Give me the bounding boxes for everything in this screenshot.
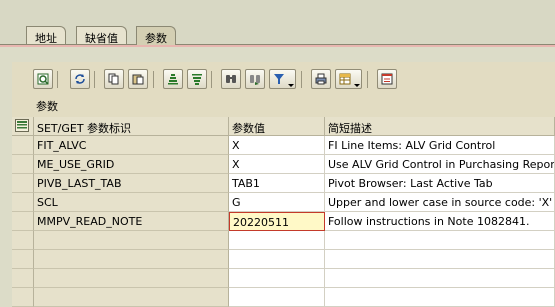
tab-defaults[interactable]: 缺省值 xyxy=(76,26,127,45)
find-icon xyxy=(226,75,236,83)
parameter-value-cell[interactable]: X xyxy=(229,155,325,174)
tab-parameters[interactable]: 参数 xyxy=(136,26,176,45)
description-cell xyxy=(325,250,555,269)
parameter-value-cell[interactable] xyxy=(229,231,325,250)
filter-icon xyxy=(274,74,284,84)
parameter-id-cell: PIVB_LAST_TAB xyxy=(34,174,229,193)
print-button[interactable] xyxy=(311,69,331,89)
parameter-id-cell xyxy=(34,269,229,288)
toolbar-separator xyxy=(211,71,212,88)
copy-button[interactable] xyxy=(104,69,124,89)
row-selector[interactable] xyxy=(12,136,34,155)
row-selector[interactable] xyxy=(12,231,34,250)
description-cell xyxy=(325,269,555,288)
parameter-value-cell[interactable]: TAB1 xyxy=(229,174,325,193)
description-cell xyxy=(325,288,555,307)
layout-button[interactable] xyxy=(377,69,397,89)
description-cell: Follow instructions in Note 1082841. xyxy=(325,212,555,231)
parameter-id-cell xyxy=(34,231,229,250)
parameter-value-cell[interactable]: G xyxy=(229,193,325,212)
export-icon xyxy=(339,73,351,85)
details-icon xyxy=(37,73,49,85)
paste-button[interactable] xyxy=(128,69,148,89)
chevron-down-icon xyxy=(288,84,294,87)
description-cell: Use ALV Grid Control in Purchasing Repor… xyxy=(325,155,555,174)
sort-descending-icon xyxy=(192,74,202,85)
column-header-short-description[interactable]: 简短描述 xyxy=(325,117,555,136)
tab-label: 参数 xyxy=(145,32,167,45)
select-all-cell[interactable] xyxy=(12,117,34,136)
row-selector[interactable] xyxy=(12,250,34,269)
tab-accent-line xyxy=(0,45,555,47)
row-selector[interactable] xyxy=(12,193,34,212)
toolbar-separator xyxy=(301,71,302,88)
copy-icon xyxy=(108,73,119,85)
description-cell xyxy=(325,231,555,250)
toolbar-separator xyxy=(57,71,58,88)
row-selector[interactable] xyxy=(12,288,34,307)
find-next-icon xyxy=(250,75,260,85)
print-icon xyxy=(315,73,327,85)
parameter-id-cell: ME_USE_GRID xyxy=(34,155,229,174)
parameter-value-cell[interactable]: 20220511 xyxy=(229,212,325,231)
column-header-parameter-value[interactable]: 参数值 xyxy=(229,117,325,136)
parameter-id-cell: SCL xyxy=(34,193,229,212)
refresh-button[interactable] xyxy=(70,69,90,89)
sort-ascending-button[interactable] xyxy=(163,69,183,89)
parameter-id-cell: FIT_ALVC xyxy=(34,136,229,155)
tab-strip: 地址 缺省值 参数 xyxy=(0,0,555,45)
details-button[interactable] xyxy=(33,69,53,89)
toolbar-separator xyxy=(367,71,368,88)
paste-icon xyxy=(132,74,144,85)
table-settings-icon xyxy=(15,119,29,132)
column-header-parameter-id[interactable]: SET/GET 参数标识 xyxy=(34,117,229,136)
chevron-down-icon xyxy=(354,84,360,87)
find-button[interactable] xyxy=(221,69,241,89)
parameter-value-cell[interactable] xyxy=(229,288,325,307)
description-cell: FI Line Items: ALV Grid Control xyxy=(325,136,555,155)
parameter-id-cell xyxy=(34,288,229,307)
refresh-icon xyxy=(75,74,85,84)
tab-address[interactable]: 地址 xyxy=(26,26,66,45)
toolbar-separator xyxy=(94,71,95,88)
layout-icon xyxy=(381,73,393,85)
parameter-value-cell[interactable]: X xyxy=(229,136,325,155)
parameter-id-cell: MMPV_READ_NOTE xyxy=(34,212,229,231)
parameter-value-cell[interactable] xyxy=(229,250,325,269)
description-cell: Upper and lower case in source code: 'X' xyxy=(325,193,555,212)
row-selector[interactable] xyxy=(12,174,34,193)
row-selector[interactable] xyxy=(12,212,34,231)
toolbar-separator xyxy=(153,71,154,88)
sort-descending-button[interactable] xyxy=(187,69,207,89)
grid-title: 参数 xyxy=(36,100,58,113)
row-selector[interactable] xyxy=(12,155,34,174)
sort-ascending-icon xyxy=(168,74,178,85)
parameter-value-cell[interactable] xyxy=(229,269,325,288)
description-cell: Pivot Browser: Last Active Tab xyxy=(325,174,555,193)
parameter-id-cell xyxy=(34,250,229,269)
filter-button[interactable] xyxy=(269,69,296,89)
row-selector[interactable] xyxy=(12,269,34,288)
find-next-button[interactable] xyxy=(245,69,265,89)
export-button[interactable] xyxy=(335,69,362,89)
